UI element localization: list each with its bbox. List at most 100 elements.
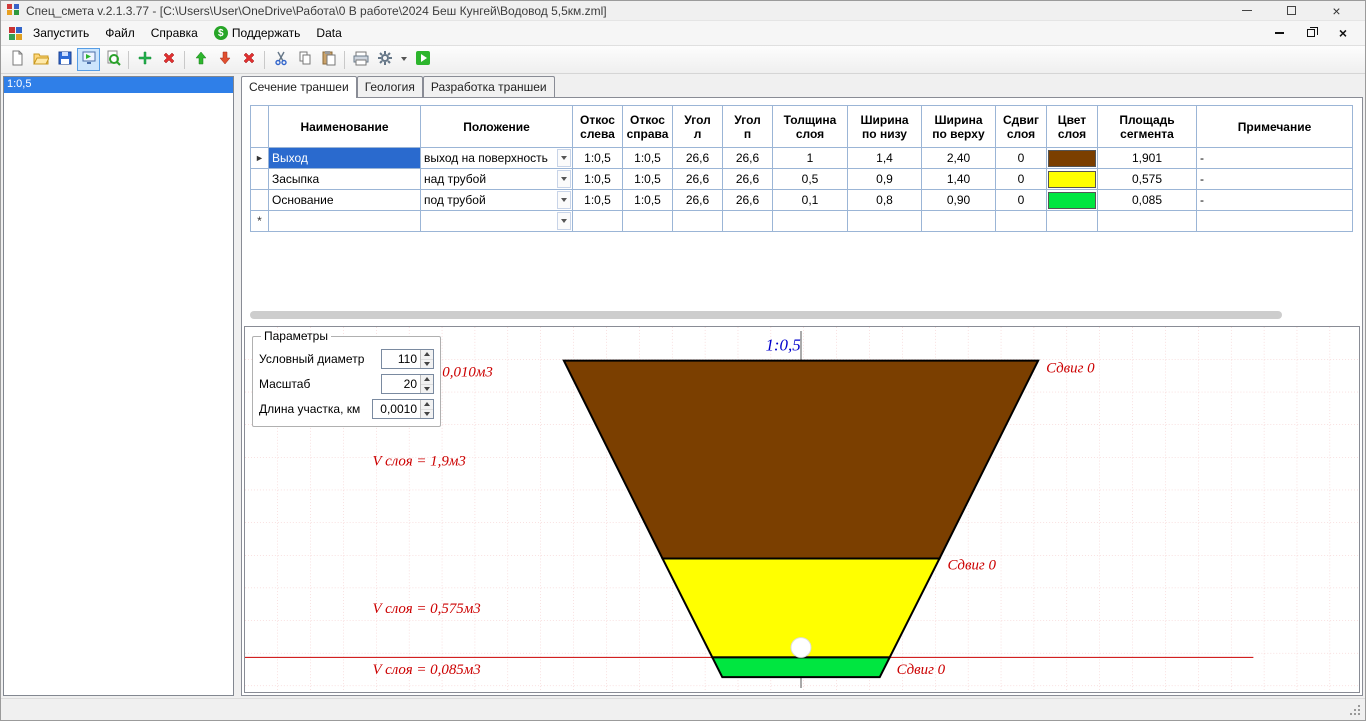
mdi-restore-button[interactable] (1303, 24, 1319, 43)
cell-value[interactable]: 0,90 (922, 190, 996, 211)
new-row-cell[interactable] (1047, 211, 1098, 232)
run-button[interactable] (411, 48, 434, 71)
cell-layer-color[interactable] (1047, 190, 1098, 211)
spin-down-icon[interactable] (421, 360, 433, 369)
param-diameter-spinner[interactable]: 110 (381, 349, 434, 369)
cell-value[interactable]: 1:0,5 (573, 169, 623, 190)
list-item-section[interactable]: 1:0,5 (4, 77, 233, 93)
spin-up-icon[interactable] (421, 375, 433, 385)
dropdown-arrow-icon[interactable] (557, 149, 571, 167)
cell-value[interactable]: 0,1 (773, 190, 848, 211)
cell-value[interactable]: 1:0,5 (573, 148, 623, 169)
cell-value[interactable]: 26,6 (723, 169, 773, 190)
new-row-position[interactable] (421, 211, 573, 232)
cut-button[interactable] (269, 48, 292, 71)
mdi-minimize-button[interactable] (1271, 24, 1287, 43)
column-header[interactable]: Площадь сегмента (1098, 106, 1197, 148)
cell-note[interactable]: - (1197, 190, 1353, 211)
cell-note[interactable]: - (1197, 169, 1353, 190)
clear-rows-button[interactable] (237, 48, 260, 71)
column-header[interactable]: Ширина по верху (922, 106, 996, 148)
horizontal-scrollbar[interactable] (250, 311, 1348, 320)
load-section-button[interactable] (77, 48, 100, 71)
spin-up-icon[interactable] (421, 400, 433, 410)
menu-data[interactable]: Data (308, 22, 349, 44)
param-length-value[interactable]: 0,0010 (373, 400, 420, 418)
cell-value[interactable]: 26,6 (723, 190, 773, 211)
dropdown-arrow-icon[interactable] (557, 212, 571, 230)
pipe-circle[interactable] (791, 638, 811, 658)
minimize-button[interactable] (1224, 1, 1269, 20)
column-header[interactable]: Наименование (269, 106, 421, 148)
new-document-button[interactable] (5, 48, 28, 71)
cell-position[interactable]: над трубой (421, 169, 573, 190)
cell-value[interactable]: 0,8 (848, 190, 922, 211)
cell-value[interactable]: 0 (996, 190, 1047, 211)
copy-button[interactable] (293, 48, 316, 71)
cell-value[interactable]: 1:0,5 (623, 190, 673, 211)
new-row-cell[interactable] (269, 211, 421, 232)
column-header[interactable]: Толщина слоя (773, 106, 848, 148)
dropdown-arrow-icon[interactable] (557, 170, 571, 188)
cell-value[interactable]: 1:0,5 (573, 190, 623, 211)
dropdown-arrow-icon[interactable] (557, 191, 571, 209)
spin-down-icon[interactable] (421, 410, 433, 419)
cell-value[interactable]: 0,575 (1098, 169, 1197, 190)
cell-value[interactable]: 26,6 (673, 148, 723, 169)
open-folder-button[interactable] (29, 48, 52, 71)
new-row-cell[interactable] (1098, 211, 1197, 232)
tab-excavation[interactable]: Разработка траншеи (423, 76, 555, 97)
new-row-cell[interactable] (623, 211, 673, 232)
cell-position[interactable]: выход на поверхность (421, 148, 573, 169)
tab-geology[interactable]: Геология (357, 76, 423, 97)
cell-value[interactable]: 26,6 (723, 148, 773, 169)
row-selector[interactable] (251, 169, 269, 190)
column-header[interactable]: Цвет слоя (1047, 106, 1098, 148)
save-button[interactable] (53, 48, 76, 71)
layer-polygon-osnovanie[interactable] (712, 657, 889, 677)
print-button[interactable] (349, 48, 372, 71)
cell-name[interactable]: Засыпка (269, 169, 421, 190)
cell-name[interactable]: Выход (269, 148, 421, 169)
dropdown-button[interactable] (397, 48, 410, 71)
new-row-cell[interactable] (673, 211, 723, 232)
new-row-cell[interactable] (723, 211, 773, 232)
cell-value[interactable]: 26,6 (673, 190, 723, 211)
layer-color-swatch[interactable] (1048, 171, 1096, 188)
layer-color-swatch[interactable] (1048, 150, 1096, 167)
paste-button[interactable] (317, 48, 340, 71)
new-row-selector[interactable]: * (251, 211, 269, 232)
column-header[interactable]: Примечание (1197, 106, 1353, 148)
cell-name[interactable]: Основание (269, 190, 421, 211)
cell-value[interactable]: 0 (996, 148, 1047, 169)
maximize-button[interactable] (1269, 1, 1314, 20)
cell-value[interactable]: 1,40 (922, 169, 996, 190)
column-header[interactable]: Сдвиг слоя (996, 106, 1047, 148)
new-row-cell[interactable] (848, 211, 922, 232)
param-length-spinner[interactable]: 0,0010 (372, 399, 434, 419)
param-scale-value[interactable]: 20 (382, 375, 420, 393)
panel-splitter[interactable] (234, 76, 241, 696)
layer-color-swatch[interactable] (1048, 192, 1096, 209)
new-row-cell[interactable] (1197, 211, 1353, 232)
cell-value[interactable]: 1:0,5 (623, 169, 673, 190)
cell-value[interactable]: 0,9 (848, 169, 922, 190)
move-down-button[interactable] (213, 48, 236, 71)
cell-value[interactable]: 1,901 (1098, 148, 1197, 169)
sections-list[interactable]: 1:0,5 (3, 76, 234, 696)
new-row[interactable]: * (251, 211, 1353, 232)
cell-layer-color[interactable] (1047, 148, 1098, 169)
cell-value[interactable]: 0,085 (1098, 190, 1197, 211)
resize-grip[interactable] (1358, 713, 1360, 715)
new-row-cell[interactable] (573, 211, 623, 232)
cell-value[interactable]: 0,5 (773, 169, 848, 190)
cell-value[interactable]: 2,40 (922, 148, 996, 169)
close-button[interactable]: × (1314, 1, 1359, 20)
cell-layer-color[interactable] (1047, 169, 1098, 190)
table-row[interactable]: ►Выходвыход на поверхность1:0,51:0,526,6… (251, 148, 1353, 169)
spin-up-icon[interactable] (421, 350, 433, 360)
tab-section[interactable]: Сечение траншеи (241, 76, 357, 98)
menu-support[interactable]: $ Поддержать (206, 22, 309, 44)
column-header[interactable]: Угол л (673, 106, 723, 148)
param-scale-spinner[interactable]: 20 (381, 374, 434, 394)
